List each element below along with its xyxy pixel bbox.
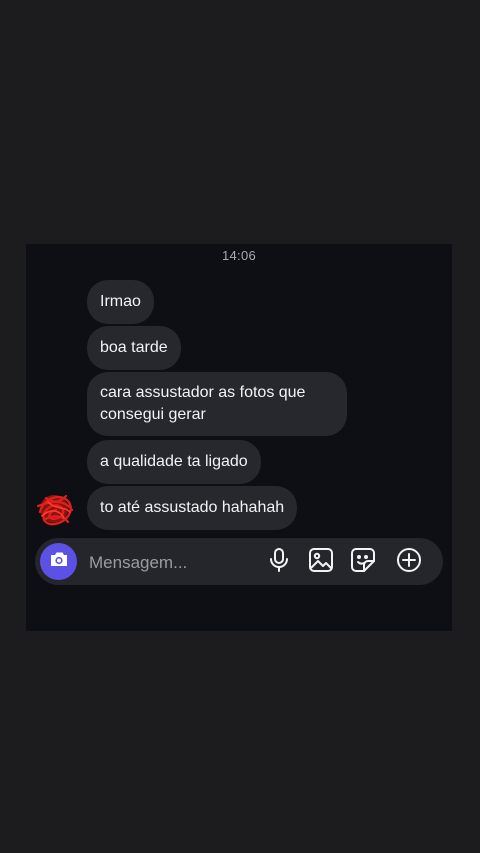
avatar[interactable]: [34, 488, 76, 530]
message-text: Irmao: [100, 293, 141, 310]
message-timestamp: 14:06: [221, 248, 257, 263]
plus-circle-icon: [396, 547, 422, 578]
message-bubble[interactable]: to até assustado hahahah: [87, 486, 298, 530]
sticker-button[interactable]: [349, 547, 377, 578]
message-text: a qualidade ta ligado: [100, 453, 248, 470]
message-bubble[interactable]: boa tarde: [87, 326, 181, 370]
message-text: boa tarde: [100, 339, 168, 356]
image-icon: [308, 547, 334, 578]
camera-icon: [49, 550, 69, 573]
message-text: to até assustado hahahah: [100, 499, 285, 516]
message-input[interactable]: [87, 548, 261, 577]
sticker-icon: [350, 547, 376, 578]
more-options-button[interactable]: [395, 547, 423, 578]
microphone-button[interactable]: [265, 547, 293, 578]
message-text: cara assustador as fotos que consegui ge…: [100, 384, 306, 423]
chat-panel: 14:06 Irmao boa tarde cara assustador as…: [26, 244, 452, 631]
microphone-icon: [268, 547, 290, 578]
message-composer: [35, 538, 443, 585]
camera-button[interactable]: [40, 543, 77, 580]
message-bubble[interactable]: a qualidade ta ligado: [87, 440, 261, 484]
message-bubble[interactable]: Irmao: [87, 280, 154, 324]
message-bubble[interactable]: cara assustador as fotos que consegui ge…: [87, 372, 347, 436]
gallery-button[interactable]: [307, 547, 335, 578]
